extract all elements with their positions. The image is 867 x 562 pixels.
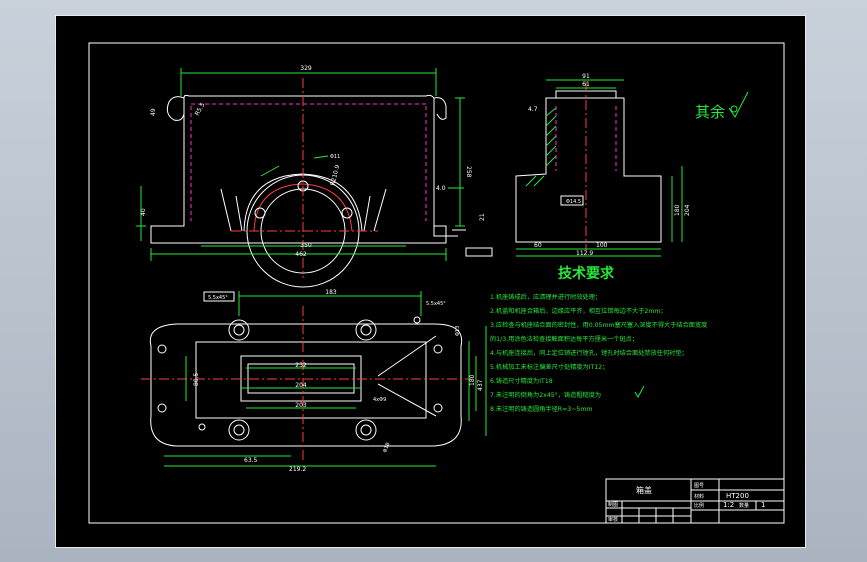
front-dim-right-small: 21 [479,213,486,221]
front-rib-right [363,188,387,232]
top-small-hole-4 [433,403,443,413]
front-view: 329 350 462 258 49 40 4.0 R5.5 R210.9 Φ1… [136,65,493,288]
front-detail-box [465,247,493,257]
top-dim-bottom-left: 63.5 [244,457,258,464]
front-dim-lines [136,68,465,261]
front-dim-top: 329 [300,65,312,72]
top-pin-1 [198,423,206,431]
drawing-border [88,42,785,524]
front-right-boss [433,226,466,237]
title-material: HT200 [726,492,749,500]
top-bolt-4 [355,419,377,441]
side-dim-bottom-right: 100 [596,242,608,249]
title-designer-label: 制图 [608,501,618,508]
side-dim-lines [516,79,683,257]
top-bolt-3-in [233,424,245,436]
front-outline [150,94,447,244]
top-small-hole-2 [157,403,167,413]
side-dim-bottom-left: 60 [534,242,542,249]
front-dim-wall: 4.0 [436,185,446,192]
top-dim-side-label: Φ13 [455,326,461,336]
front-bolt-1 [254,207,266,219]
tech-line-4: 的1/3.用涂色法检查接触面积达每平方厘米一个斑点； [490,335,638,343]
roughness-symbol-circle [730,105,738,113]
side-view: 91 61 4.7 60 100 112.9 180 204 Φ14.5 [515,73,691,257]
roughness-note: 其余 [695,103,725,121]
front-dim-radius-top: R5.5 [194,101,207,117]
top-dim-height-right1: 180 [469,374,476,386]
top-dim-height-right2: 437 [477,379,484,391]
tech-line-7: 6.铸造尺寸精度为IT18 [490,377,553,385]
front-dim-height: 258 [465,166,472,178]
top-bolt-2 [355,319,377,341]
roughness-symbol [728,91,749,118]
tech-line-8: 7.未注明的倒角为2x45°，铸造粗糙度为 [490,391,601,399]
title-checker-label: 审核 [608,516,618,523]
tech-requirements: 1.机座铸成后，应清理并进行时效处理； 2.机盖和机座合箱后，边缘应平齐，相互位… [490,293,707,413]
title-material-label: 材料 [694,493,704,500]
top-dim-bottom-total: 219.2 [289,466,306,473]
drawing-sheet: 329 350 462 258 49 40 4.0 R5.5 R210.9 Φ1… [88,42,785,524]
top-inner-frame [195,341,427,419]
top-bolt-3 [228,419,250,441]
front-dim-bottom-inner: 350 [300,242,312,249]
tech-line-2: 2.机盖和机座合箱后，边缘应平齐，相互位错每边不大于2mm； [490,307,667,315]
top-right-wedge [377,335,437,417]
front-rib-left [220,188,243,232]
top-pin-2 [413,316,421,324]
side-dim-bottom-total: 112.9 [576,250,593,257]
top-dim-inner-width: 232 [295,362,307,369]
front-dim-bottom-outer: 462 [295,251,307,258]
tech-line-5: 4.与机座连接后，同上定位销进行镗孔，镗孔时结合面处禁放任何衬垫； [490,349,688,357]
top-bolt-1-in [233,324,245,336]
title-scale: 1:2 [723,501,734,509]
front-dim-radius-arc: R210.9 [329,164,341,187]
top-dim-top-width: 183 [325,289,337,296]
top-bolt-4-in [360,424,372,436]
title-part-name: 箱盖 [636,485,652,495]
side-dim-height2: 204 [684,204,691,216]
top-dim-hole-callout2: Φ18 [382,442,391,454]
tech-line-3: 3.应检查与机座结合面的密封性，用0.05mm塞尺塞入深度不得大于结合面宽度 [490,321,707,329]
top-dim-hole-callout: 4xΦ9 [373,397,386,403]
tech-line-9: 8.未注明的铸造圆角半径R=3~5mm [490,405,592,413]
tech-line-1: 1.机座铸成后，应清理并进行时效处理； [490,293,601,301]
title-quantity-label: 数量 [739,502,749,509]
top-small-hole-1 [157,344,167,354]
top-dim-mini-callout: 5.5x45° [426,301,446,307]
top-dim-inner-width2: 204 [295,382,307,389]
side-outline [515,97,662,243]
front-leader-1 [260,155,329,177]
top-bolt-2-in [360,324,372,336]
side-dim-top2: 61 [582,81,590,88]
front-inner-cavity [190,103,427,221]
top-dim-inner-slot: 203 [295,402,307,409]
front-right-hook [433,97,447,120]
front-dim-left-height: 40 [140,208,147,216]
top-dim-height-left: 80.5 [193,372,200,386]
front-left-hook [166,96,185,121]
side-dim-top: 91 [582,73,590,80]
title-scale-label: 比例 [694,502,704,509]
top-view: 183 5.5x45° 232 204 203 63.5 219.2 80.5 … [141,289,487,473]
side-dim-left-small: 4.7 [528,106,538,113]
top-dim-top-callout: 5.5x45° [208,295,228,301]
front-dim-bolt: Φ11 [330,154,340,160]
front-dim-left-small: 49 [150,108,157,116]
tech-title: 技术要求 [558,265,615,282]
side-dim-small-callout: Φ14.5 [566,199,581,205]
tech-roughness-symbol [634,385,645,399]
top-bolt-1 [228,319,250,341]
top-small-hole-3 [433,344,443,354]
title-drawing-no-label: 图号 [694,483,704,489]
cad-viewport: 329 350 462 258 49 40 4.0 R5.5 R210.9 Φ1… [55,15,806,548]
title-quantity: 1 [761,501,765,509]
tech-line-6: 5.机械加工未标注偏差尺寸处精度为IT12； [490,363,608,371]
side-dim-height1: 180 [674,204,681,216]
